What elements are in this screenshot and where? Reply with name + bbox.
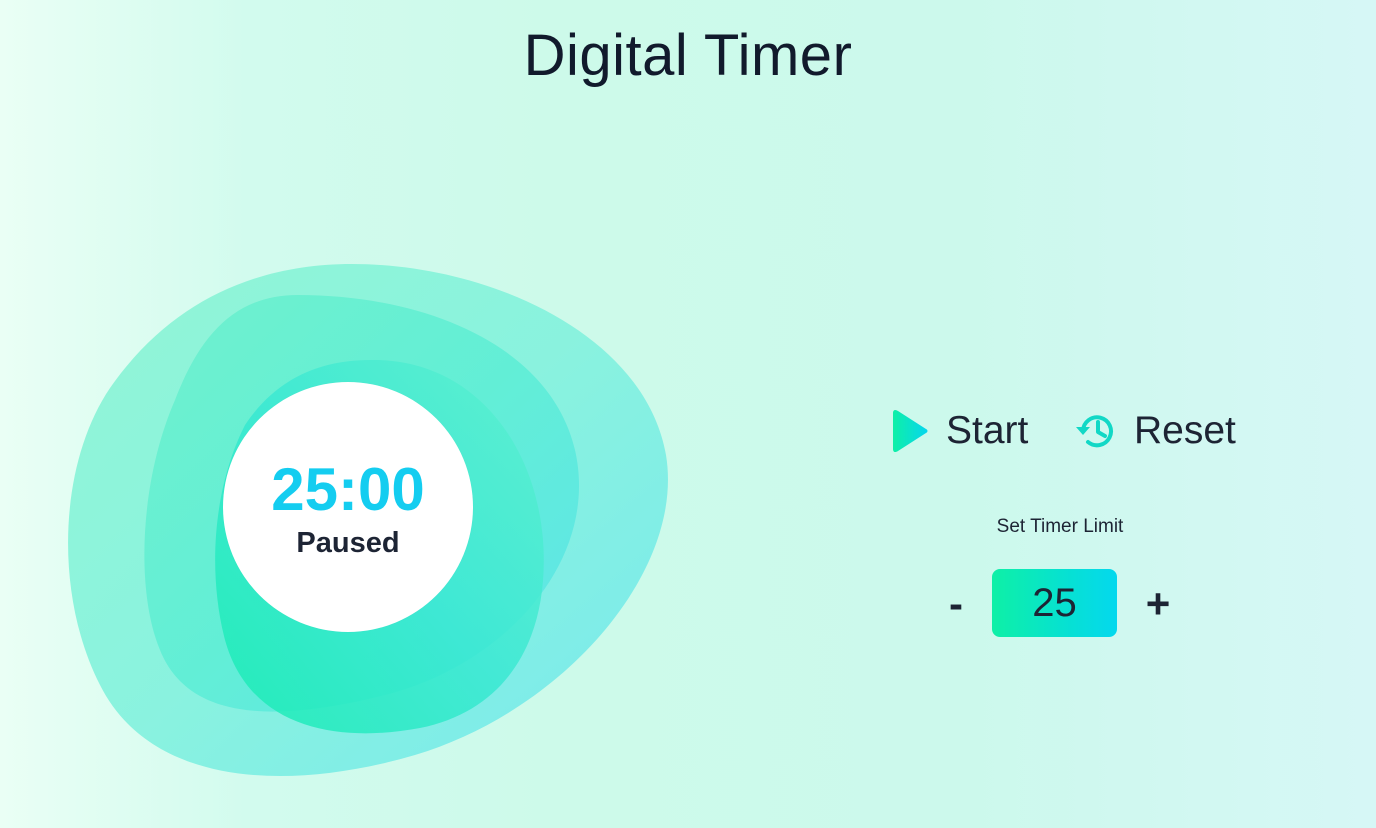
- reset-history-icon: [1074, 409, 1118, 453]
- start-button[interactable]: Start: [888, 405, 1028, 457]
- timer-limit-caption: Set Timer Limit: [996, 516, 1124, 537]
- increment-limit-button[interactable]: +: [1138, 580, 1178, 628]
- timer-limit-value: 25: [992, 569, 1117, 637]
- reset-label: Reset: [1134, 409, 1236, 452]
- timer-status: Paused: [296, 527, 400, 559]
- start-label: Start: [946, 409, 1029, 452]
- play-icon: [888, 409, 932, 453]
- reset-button[interactable]: Reset: [1074, 405, 1236, 457]
- decrement-limit-button[interactable]: -: [936, 580, 976, 628]
- page-title: Digital Timer: [523, 23, 853, 88]
- time-display: 25:00: [271, 456, 425, 523]
